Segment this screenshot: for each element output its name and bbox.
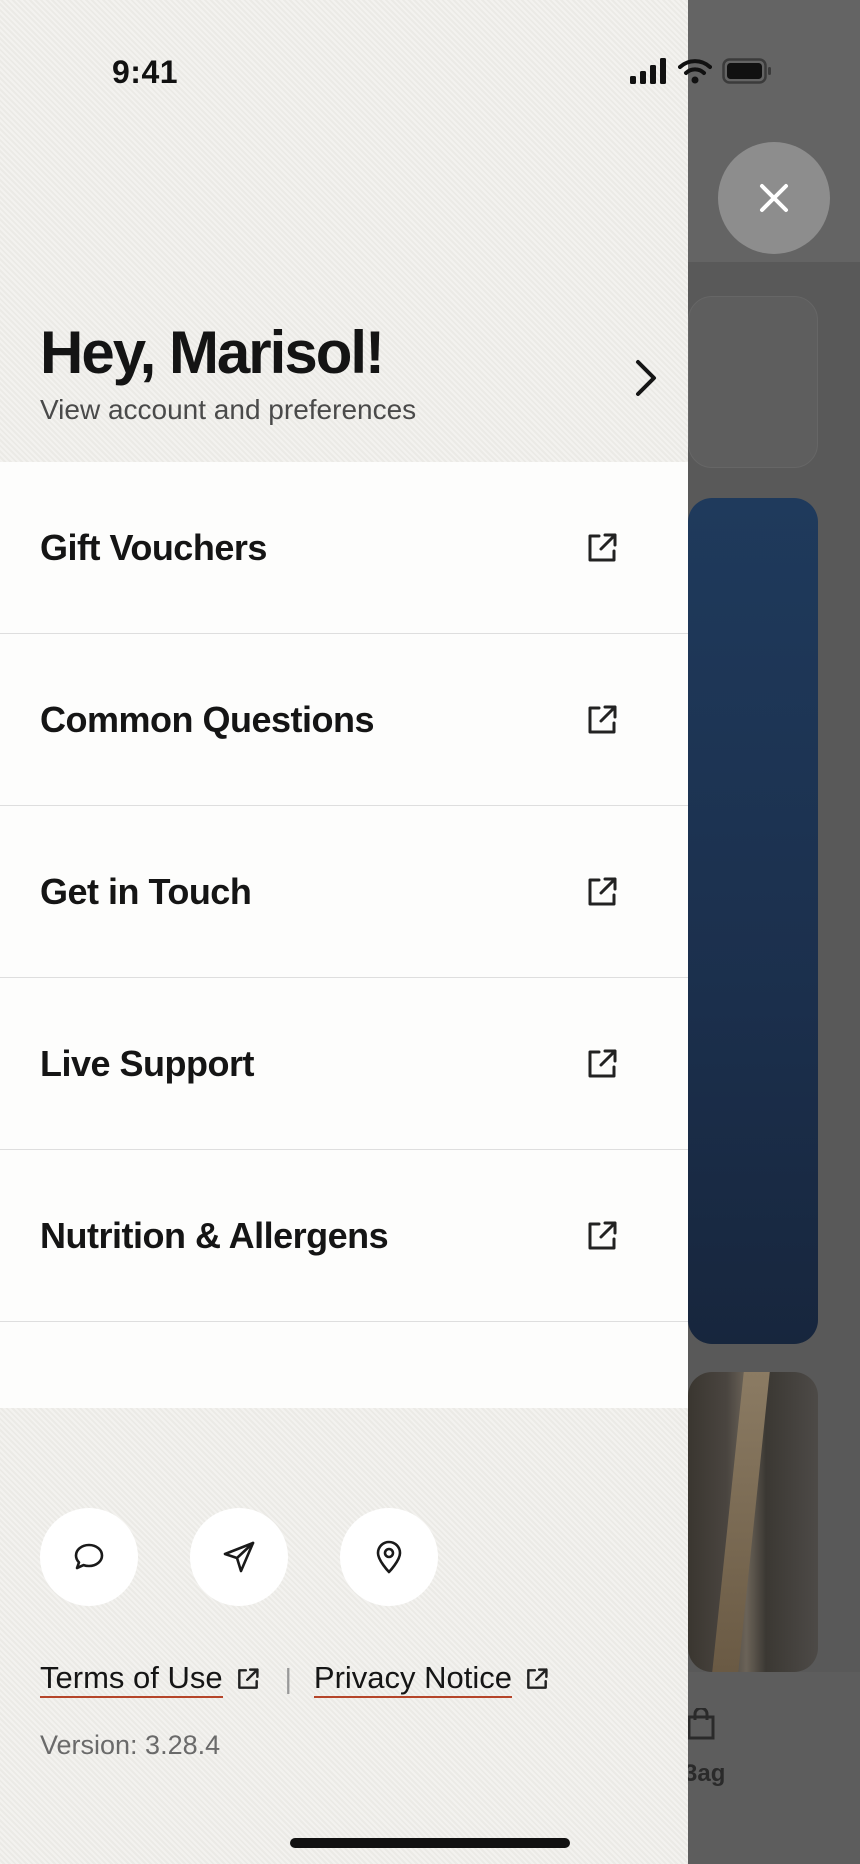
background-photo-card xyxy=(688,1372,818,1672)
status-time: 9:41 xyxy=(112,54,179,90)
menu-item-live-support[interactable]: Live Support xyxy=(0,978,688,1150)
account-subtitle: View account and preferences xyxy=(40,394,417,425)
status-icons xyxy=(630,58,772,84)
close-icon xyxy=(760,184,788,212)
background-promo-card xyxy=(688,498,818,1344)
store-locator-button[interactable] xyxy=(340,1508,438,1606)
quick-actions xyxy=(40,1508,438,1606)
app-version: Version: 3.28.4 xyxy=(40,1730,221,1760)
legal-links: Terms of Use | Privacy Notice xyxy=(40,1660,550,1698)
external-link-icon xyxy=(588,1049,617,1078)
cellular-signal-icon xyxy=(630,58,666,84)
external-link-icon xyxy=(588,1221,617,1250)
external-link-icon xyxy=(588,877,617,906)
chat-button[interactable] xyxy=(40,1508,138,1606)
tab-label-bag: 3ag xyxy=(684,1760,726,1787)
menu-item-get-in-touch[interactable]: Get in Touch xyxy=(0,806,688,978)
terms-of-use-label: Terms of Use xyxy=(40,1660,223,1698)
external-link-icon xyxy=(588,705,617,734)
account-header-link[interactable]: Hey, Marisol! View account and preferenc… xyxy=(40,318,660,442)
menu-item-label: Live Support xyxy=(40,1042,255,1084)
external-link-icon xyxy=(527,1668,548,1689)
menu-item-label: Common Questions xyxy=(40,698,375,740)
menu-item-label: Nutrition & Allergens xyxy=(40,1214,389,1256)
privacy-notice-link[interactable]: Privacy Notice xyxy=(313,1660,550,1698)
menu-item-label: Get in Touch xyxy=(40,870,252,912)
wifi-icon xyxy=(678,59,712,84)
location-pin-icon xyxy=(376,1540,402,1574)
external-link-icon xyxy=(588,533,617,562)
external-link-icon xyxy=(237,1668,259,1689)
chevron-right-icon xyxy=(636,360,656,396)
terms-of-use-link[interactable]: Terms of Use xyxy=(40,1660,261,1698)
background-card xyxy=(688,296,818,468)
menu-item-label: Gift Vouchers xyxy=(40,526,267,568)
menu-item-common-questions[interactable]: Common Questions xyxy=(0,634,688,806)
privacy-notice-label: Privacy Notice xyxy=(313,1660,512,1698)
drawer-menu: Gift Vouchers Common Questions Get in To… xyxy=(0,462,688,1408)
menu-item-nutrition-allergens[interactable]: Nutrition & Allergens xyxy=(0,1150,688,1322)
greeting-title: Hey, Marisol! xyxy=(40,319,385,386)
menu-item-gift-vouchers[interactable]: Gift Vouchers xyxy=(0,462,688,634)
battery-icon xyxy=(722,58,771,84)
shopping-bag-icon xyxy=(687,1708,715,1740)
chat-bubble-icon xyxy=(74,1543,104,1570)
send-message-button[interactable] xyxy=(190,1508,288,1606)
legal-separator: | xyxy=(284,1663,292,1694)
send-icon xyxy=(223,1541,255,1573)
close-drawer-button[interactable] xyxy=(718,142,830,254)
side-drawer: 9:41 Hey, Marisol! View account and pref… xyxy=(0,0,771,1864)
home-indicator[interactable] xyxy=(290,1838,570,1848)
